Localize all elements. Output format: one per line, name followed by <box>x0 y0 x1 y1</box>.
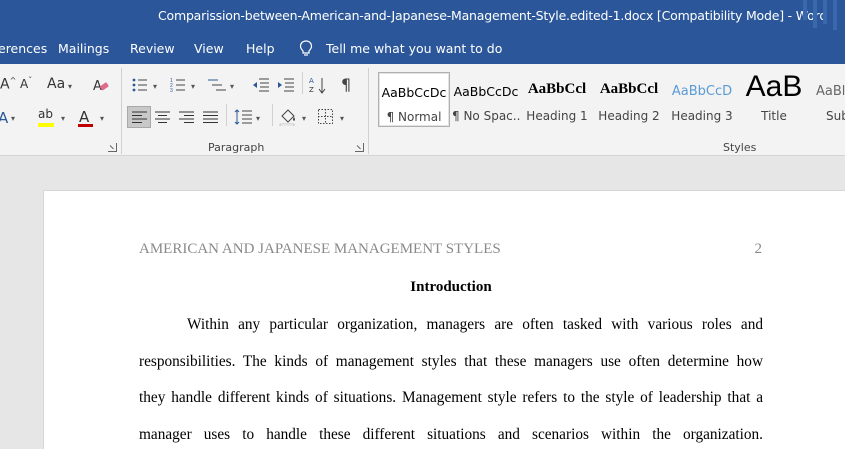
chevron-down-icon[interactable]: ▾ <box>61 114 65 123</box>
chevron-down-icon[interactable]: ▾ <box>302 114 306 123</box>
title-bar: Comparission-between-American-and-Japane… <box>0 0 845 32</box>
button-separator <box>272 104 273 126</box>
style-sample: AaBbCcD <box>671 84 733 99</box>
styles-group-label: Styles <box>723 141 757 154</box>
document-canvas[interactable]: AMERICAN AND JAPANESE MANAGEMENT STYLES … <box>0 157 845 449</box>
clear-formatting-icon[interactable]: A <box>93 78 109 94</box>
paragraph-line[interactable]: they handle different kinds of situation… <box>139 389 763 407</box>
ribbon-tabs: erences Mailings Review View Help Tell m… <box>0 32 845 64</box>
chevron-down-icon[interactable]: ▾ <box>11 114 15 123</box>
button-separator <box>226 104 227 126</box>
paragraph-line[interactable]: Within any particular organization, mana… <box>139 316 763 334</box>
decrease-indent-icon[interactable] <box>252 78 269 92</box>
window-decoration <box>833 0 837 30</box>
running-head: AMERICAN AND JAPANESE MANAGEMENT STYLES <box>139 241 501 257</box>
paragraph-group-label: Paragraph <box>208 141 265 154</box>
show-formatting-marks-icon[interactable]: ¶ <box>341 75 351 94</box>
grow-font-icon[interactable]: A^ <box>0 76 16 93</box>
style-sample: AaBbCcl <box>527 81 587 97</box>
shrink-font-icon[interactable]: Aˇ <box>20 76 32 91</box>
chevron-down-icon[interactable]: ▾ <box>153 82 157 91</box>
style-name: Heading 1 <box>526 109 588 123</box>
shading-icon[interactable] <box>279 108 297 126</box>
highlight-color-swatch <box>38 123 54 127</box>
style-name: Heading 2 <box>598 109 660 123</box>
style-sample: AaB <box>745 70 803 103</box>
tab-review[interactable]: Review <box>130 41 175 56</box>
chevron-down-icon[interactable]: ▾ <box>191 82 195 91</box>
align-right-icon[interactable] <box>179 111 194 123</box>
svg-text:A: A <box>309 77 314 85</box>
bullets-icon[interactable] <box>132 78 148 92</box>
align-left-button[interactable] <box>127 106 151 128</box>
style-subtitle[interactable]: AaBl Sub <box>810 72 845 127</box>
tell-me-search[interactable]: Tell me what you want to do <box>326 41 502 56</box>
borders-icon[interactable] <box>318 109 333 124</box>
chevron-down-icon[interactable]: ▾ <box>340 114 344 123</box>
style-sample: AaBbCcDc <box>381 85 447 100</box>
change-case-icon[interactable]: Aa <box>47 76 65 92</box>
style-sample: AaBbCcDc <box>453 84 519 99</box>
style-sample: AaBbCcl <box>599 81 659 97</box>
justify-icon[interactable] <box>203 111 218 123</box>
paragraph-line[interactable]: responsibilities. The kinds of managemen… <box>139 353 763 371</box>
window-title: Comparission-between-American-and-Japane… <box>158 8 828 23</box>
highlight-icon[interactable]: ab <box>38 107 53 121</box>
tab-references[interactable]: erences <box>0 41 47 56</box>
chevron-down-icon[interactable]: ▾ <box>256 114 260 123</box>
tab-view[interactable]: View <box>194 41 224 56</box>
ribbon: A^ Aˇ Aa ▾ A A ▾ ab ▾ A ▾ ▾ 123 ▾ ▾ A Z … <box>0 64 845 156</box>
font-dialog-launcher[interactable] <box>108 143 117 152</box>
paragraph-dialog-launcher[interactable] <box>355 143 364 152</box>
style-name: Heading 3 <box>671 109 733 123</box>
style-name: ¶ Normal <box>386 110 442 124</box>
sort-icon[interactable]: A Z <box>309 76 327 94</box>
text-effects-icon[interactable]: A <box>0 109 8 127</box>
style-normal[interactable]: AaBbCcDc ¶ Normal <box>378 72 450 127</box>
font-color-swatch <box>78 124 93 127</box>
svg-text:3: 3 <box>170 88 173 92</box>
chevron-down-icon[interactable]: ▾ <box>230 82 234 91</box>
paragraph-line[interactable]: manager uses to handle these different s… <box>139 426 763 444</box>
style-title[interactable]: AaB Title <box>740 70 808 127</box>
style-heading-1[interactable]: AaBbCcl Heading 1 <box>522 72 592 127</box>
style-heading-3[interactable]: AaBbCcD Heading 3 <box>666 72 738 127</box>
style-name: ¶ No Spac... <box>452 109 520 123</box>
style-no-spacing[interactable]: AaBbCcDc ¶ No Spac... <box>452 72 520 127</box>
line-spacing-icon[interactable] <box>234 109 252 125</box>
group-separator <box>368 68 369 154</box>
window-decoration <box>813 0 817 28</box>
chevron-down-icon[interactable]: ▾ <box>68 82 72 91</box>
page-number: 2 <box>754 241 763 257</box>
align-left-icon <box>132 111 147 123</box>
window-decoration <box>803 0 807 20</box>
section-heading: Introduction <box>410 279 492 295</box>
button-separator <box>302 72 303 94</box>
numbering-icon[interactable]: 123 <box>170 78 186 92</box>
style-sample: AaBl <box>816 84 845 99</box>
svg-text:Z: Z <box>309 86 314 94</box>
align-center-icon[interactable] <box>155 111 170 123</box>
chevron-down-icon[interactable]: ▾ <box>100 114 104 123</box>
style-name: Title <box>761 109 787 123</box>
tab-mailings[interactable]: Mailings <box>58 41 109 56</box>
multilevel-list-icon[interactable] <box>208 78 226 92</box>
window-decoration <box>823 0 827 24</box>
tab-help[interactable]: Help <box>246 41 275 56</box>
document-page[interactable]: AMERICAN AND JAPANESE MANAGEMENT STYLES … <box>43 190 845 449</box>
group-separator <box>121 68 122 154</box>
increase-indent-icon[interactable] <box>277 78 294 92</box>
style-name: Sub <box>826 109 845 123</box>
style-heading-2[interactable]: AaBbCcl Heading 2 <box>594 72 664 127</box>
lightbulb-icon[interactable] <box>299 40 313 57</box>
